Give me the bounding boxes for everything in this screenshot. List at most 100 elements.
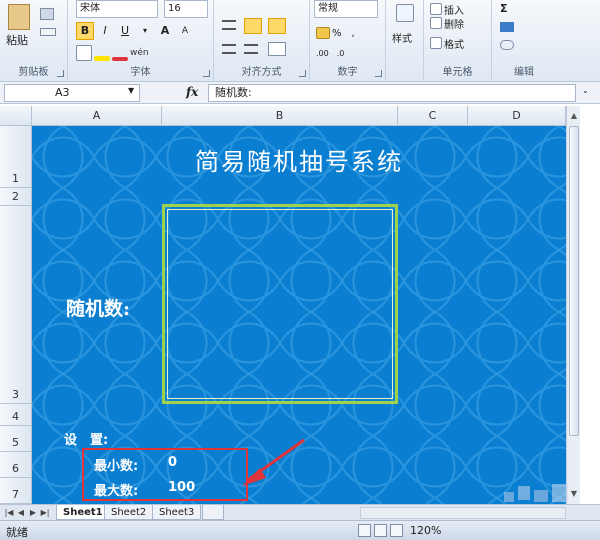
next-sheet-icon[interactable]: ▶	[28, 507, 38, 519]
column-header-c[interactable]: C	[398, 106, 468, 126]
increase-decimal-icon[interactable]: .00	[316, 49, 329, 58]
row-header-4[interactable]: 4	[0, 404, 32, 426]
cells-group: 插入 删除 格式 单元格	[424, 0, 492, 82]
last-sheet-icon[interactable]: ▶|	[40, 507, 50, 519]
vertical-scrollbar[interactable]: ▲ ▼	[566, 106, 580, 504]
group-label-font: 字体	[130, 67, 151, 78]
page-break-view-icon[interactable]	[390, 524, 403, 537]
group-label-alignment: 对齐方式	[241, 67, 282, 78]
annotation-arrow-icon	[242, 438, 305, 486]
fill-icon[interactable]	[500, 22, 514, 32]
tab-sheet2[interactable]: Sheet2	[104, 505, 154, 520]
paste-label[interactable]: 粘贴	[6, 32, 28, 48]
align-center-icon[interactable]	[244, 18, 262, 34]
paste-icon[interactable]	[8, 4, 30, 30]
tab-sheet1[interactable]: Sheet1	[56, 505, 110, 520]
number-format-select[interactable]: 常规	[314, 0, 378, 18]
row-header-1[interactable]: 1	[0, 126, 32, 188]
editing-group: Σ 编辑	[492, 0, 556, 82]
column-header-b[interactable]: B	[162, 106, 398, 126]
currency-icon[interactable]	[316, 27, 330, 39]
copy-icon[interactable]	[40, 8, 54, 20]
row-header-3[interactable]: 3	[0, 206, 32, 404]
indent-decrease-icon[interactable]	[222, 44, 236, 54]
insert-sheet-icon[interactable]	[202, 505, 224, 520]
name-box[interactable]: A3	[4, 84, 140, 102]
column-header-a[interactable]: A	[32, 106, 162, 126]
format-row[interactable]: 格式	[430, 34, 464, 52]
row-header-5[interactable]: 5	[0, 426, 32, 452]
highlight-box	[82, 448, 248, 501]
percent-button[interactable]: %	[332, 28, 342, 39]
row-header-7[interactable]: 7	[0, 478, 32, 504]
font-grow-button[interactable]: A	[156, 22, 174, 40]
number-group: 常规 % , .00 .0 数字	[310, 0, 386, 82]
italic-button[interactable]: I	[96, 22, 114, 40]
delete-row[interactable]: 删除	[430, 14, 464, 32]
format-label: 格式	[444, 39, 464, 51]
ribbon: 粘贴 剪贴板 宋体 16 B I U ▾ A A wén 字体 对齐方式 常规 …	[0, 0, 600, 82]
clipboard-launcher-icon[interactable]	[57, 70, 64, 77]
font-style-row: B I U ▾ A A	[76, 22, 194, 40]
fill-color-icon[interactable]	[94, 56, 110, 61]
font-size-select[interactable]: 16	[164, 0, 208, 18]
styles-icon[interactable]	[396, 4, 414, 22]
first-sheet-icon[interactable]: |◀	[4, 507, 14, 519]
align-left-icon[interactable]	[222, 20, 236, 30]
formula-input[interactable]: 随机数:	[208, 84, 576, 102]
status-ready: 就绪	[6, 526, 28, 539]
clear-icon[interactable]	[500, 40, 514, 50]
align-right-icon[interactable]	[268, 18, 286, 34]
delete-label: 删除	[444, 19, 464, 31]
underline-button[interactable]: U	[116, 22, 134, 40]
format-painter-icon[interactable]	[40, 28, 56, 36]
number-launcher-icon[interactable]	[375, 70, 382, 77]
sheet-canvas[interactable]: 简易随机抽号系统 随机数: 设 置: 最小数: 0 最大数: 100	[32, 126, 566, 504]
vertical-scroll-thumb[interactable]	[569, 126, 579, 436]
formula-expand-icon[interactable]: ⌄	[582, 86, 589, 95]
borders-icon[interactable]	[76, 45, 92, 61]
group-label-editing: 编辑	[514, 67, 534, 78]
number-tools-row: % ,	[316, 24, 355, 42]
row-header-2[interactable]: 2	[0, 188, 32, 206]
zoom-level[interactable]: 120%	[410, 524, 441, 537]
indent-increase-icon[interactable]	[244, 44, 258, 54]
font-name-select[interactable]: 宋体	[76, 0, 158, 18]
tab-sheet3[interactable]: Sheet3	[152, 505, 202, 520]
normal-view-icon[interactable]	[358, 524, 371, 537]
font-fill-row: wén	[76, 44, 149, 62]
phonetic-button[interactable]: wén	[130, 48, 149, 58]
font-shrink-button[interactable]: A	[176, 22, 194, 40]
random-number-display-box[interactable]	[162, 204, 398, 404]
alignment-launcher-icon[interactable]	[299, 70, 306, 77]
page-layout-view-icon[interactable]	[374, 524, 387, 537]
bold-button[interactable]: B	[76, 22, 94, 40]
formula-bar: A3 ▼ fx 随机数: ⌄	[0, 82, 600, 104]
column-header-d[interactable]: D	[468, 106, 566, 126]
underline-dropdown-icon[interactable]: ▾	[136, 22, 154, 40]
font-launcher-icon[interactable]	[203, 70, 210, 77]
decrease-decimal-icon[interactable]: .0	[337, 49, 345, 58]
merge-center-icon[interactable]	[268, 42, 286, 56]
alignment-group: 对齐方式	[214, 0, 310, 82]
autosum-icon[interactable]: Σ	[500, 2, 508, 15]
format-icon	[430, 37, 442, 49]
watermark-icon	[504, 484, 568, 502]
styles-label[interactable]: 样式	[392, 30, 412, 45]
name-box-dropdown-icon[interactable]: ▼	[128, 86, 134, 95]
prev-sheet-icon[interactable]: ◀	[16, 507, 26, 519]
font-group: 宋体 16 B I U ▾ A A wén 字体	[68, 0, 214, 82]
delete-icon	[430, 17, 442, 29]
decimal-row: .00 .0	[316, 44, 344, 62]
status-bar: 就绪 120%	[0, 520, 600, 540]
select-all-corner[interactable]	[0, 106, 32, 126]
font-color-icon[interactable]	[112, 57, 128, 61]
comma-button[interactable]: ,	[352, 28, 355, 39]
group-label-cells: 单元格	[442, 67, 473, 78]
random-number-label: 随机数:	[66, 298, 131, 320]
clipboard-group: 粘贴 剪贴板	[0, 0, 68, 82]
group-label-number: 数字	[337, 67, 358, 78]
insert-function-button[interactable]: fx	[186, 85, 198, 99]
scroll-up-icon[interactable]: ▲	[569, 110, 579, 122]
row-header-6[interactable]: 6	[0, 452, 32, 478]
